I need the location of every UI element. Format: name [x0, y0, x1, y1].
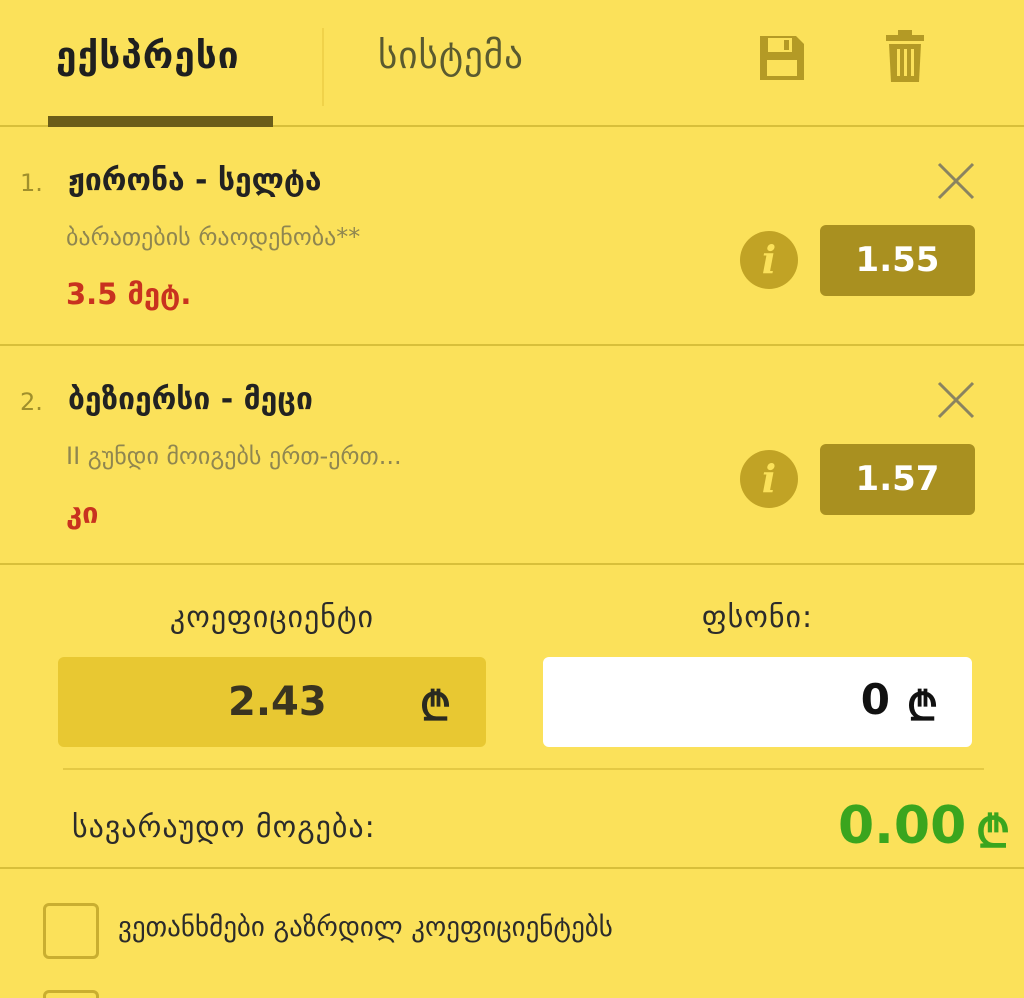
option-checkbox[interactable] [43, 990, 99, 998]
lari-currency-icon: ₾ [976, 807, 1010, 858]
tab-system[interactable]: სისტემა [378, 34, 524, 77]
bet-selection: კი [66, 496, 99, 530]
stake-input[interactable]: 0 ₾ [543, 657, 972, 747]
bet-market: ბარათების რაოდენობა** [66, 223, 361, 251]
close-icon[interactable] [936, 161, 976, 201]
bet-selection: 3.5 მეტ. [66, 277, 192, 311]
bet-match-title: ბეზიერსი - მეცი [68, 382, 313, 417]
accept-higher-odds-label: ვეთანხმები გაზრდილ კოეფიციენტებს [118, 912, 613, 943]
potential-win-label: სავარაუდო მოგება: [72, 810, 376, 845]
tab-divider [322, 28, 324, 106]
bet-match-title: ჟირონა - სელტა [68, 163, 322, 198]
trash-icon[interactable] [886, 30, 924, 82]
tab-express[interactable]: ექსპრესი [56, 34, 240, 77]
lari-currency-icon: ₾ [420, 684, 451, 730]
total-coefficient-display: 2.43 ₾ [58, 657, 486, 747]
odds-button[interactable]: 1.57 [820, 444, 975, 515]
accept-higher-odds-checkbox[interactable] [43, 903, 99, 959]
info-icon[interactable]: i [740, 450, 798, 508]
stake-label: ფსონი: [701, 600, 814, 635]
total-coefficient-value: 2.43 [228, 679, 327, 725]
coefficient-label: კოეფიციენტი [169, 600, 375, 635]
bet-item: 1. ჟირონა - სელტა ბარათების რაოდენობა** … [0, 129, 1024, 346]
odds-button[interactable]: 1.55 [820, 225, 975, 296]
close-icon[interactable] [936, 380, 976, 420]
bet-number: 1. [20, 169, 43, 197]
bet-slip-tabs: ექსპრესი სისტემა [0, 0, 1024, 127]
divider [0, 867, 1024, 869]
bet-number: 2. [20, 388, 43, 416]
bet-item: 2. ბეზიერსი - მეცი II გუნდი მოიგებს ერთ-… [0, 348, 1024, 565]
save-icon[interactable] [758, 34, 806, 82]
bet-market: II გუნდი მოიგებს ერთ-ერთ... [66, 442, 402, 470]
active-tab-indicator [48, 116, 273, 127]
info-icon[interactable]: i [740, 231, 798, 289]
potential-win-value: 0.00 [838, 796, 967, 856]
stake-input-value[interactable]: 0 [861, 675, 890, 724]
lari-currency-icon: ₾ [907, 684, 938, 730]
divider [63, 768, 984, 770]
